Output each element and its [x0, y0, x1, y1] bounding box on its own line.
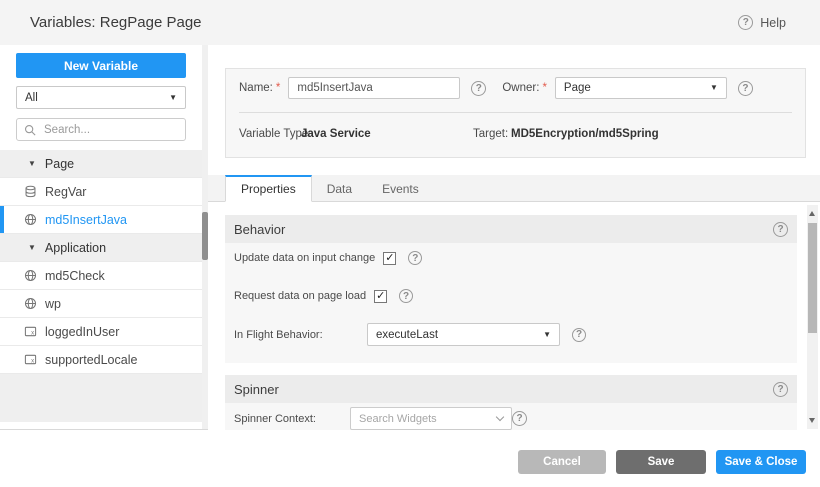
- variable-filter-select[interactable]: All: [16, 86, 186, 109]
- tree-group-page[interactable]: Page: [0, 150, 202, 178]
- dropdown-arrow-icon: [169, 94, 177, 102]
- save-close-button[interactable]: Save & Close: [716, 450, 806, 474]
- owner-value: Page: [564, 82, 591, 94]
- card-divider: [239, 112, 792, 113]
- variable-filter-value: All: [25, 92, 38, 104]
- behavior-section: Behavior Update data on input change Req…: [225, 215, 797, 363]
- owner-help-icon[interactable]: [738, 81, 753, 96]
- tree-item-label: md5Check: [45, 269, 105, 283]
- target-value: MD5Encryption/md5Spring: [511, 128, 659, 140]
- dropdown-arrow-icon: [710, 84, 718, 92]
- request-data-checkbox[interactable]: [374, 290, 387, 303]
- required-mark: *: [542, 82, 546, 94]
- tree-item-label: md5InsertJava: [45, 213, 127, 227]
- search-input[interactable]: [42, 123, 178, 137]
- tree-group-label: Application: [45, 241, 106, 255]
- properties-scroll-area: Behavior Update data on input change Req…: [208, 202, 820, 430]
- dialog-header: Variables: RegPage Page Help: [0, 0, 820, 45]
- variables-sidebar: New Variable All Page RegVar: [0, 45, 208, 430]
- spinner-context-help-icon[interactable]: [512, 411, 527, 426]
- collapse-arrow-icon: [28, 244, 36, 252]
- spinner-context-select[interactable]: Search Widgets: [350, 407, 512, 430]
- cancel-button[interactable]: Cancel: [518, 450, 606, 474]
- tab-events[interactable]: Events: [367, 175, 434, 201]
- tab-bar: Properties Data Events: [208, 175, 820, 202]
- spinner-help-icon[interactable]: [773, 382, 788, 397]
- tree-item-label: wp: [45, 297, 61, 311]
- variable-detail-panel: Name:* Owner:* Page Variable Type: Java …: [208, 45, 820, 430]
- main-scrollbar-thumb[interactable]: [808, 223, 817, 333]
- help-label: Help: [760, 16, 786, 30]
- search-icon: [24, 124, 36, 136]
- svg-text:x: x: [31, 331, 34, 337]
- update-data-checkbox[interactable]: [383, 252, 396, 265]
- request-data-label: Request data on page load: [234, 290, 366, 302]
- tree-item-loggedinuser[interactable]: x loggedInUser: [0, 318, 202, 346]
- scroll-up-arrow-icon[interactable]: [809, 211, 815, 216]
- tree-item-md5insertjava[interactable]: md5InsertJava: [0, 206, 202, 234]
- behavior-help-icon[interactable]: [773, 222, 788, 237]
- service-icon: [24, 297, 37, 310]
- dialog-footer: Cancel Save Save & Close: [0, 430, 820, 487]
- spinner-context-label: Spinner Context:: [234, 413, 350, 425]
- variable-type-value: Java Service: [301, 128, 371, 140]
- tab-properties[interactable]: Properties: [225, 175, 312, 202]
- tree-item-label: loggedInUser: [45, 325, 119, 339]
- tree-item-supportedlocale[interactable]: x supportedLocale: [0, 346, 202, 374]
- in-flight-behavior-select[interactable]: executeLast: [367, 323, 560, 346]
- tab-data[interactable]: Data: [312, 175, 367, 201]
- save-button[interactable]: Save: [616, 450, 706, 474]
- variable-icon: x: [24, 325, 37, 338]
- in-flight-behavior-help-icon[interactable]: [572, 328, 586, 342]
- request-data-help-icon[interactable]: [399, 289, 413, 303]
- variable-tree: Page RegVar md5InsertJava Application: [0, 150, 202, 429]
- variable-summary-card: Name:* Owner:* Page Variable Type: Java …: [225, 68, 806, 158]
- name-label: Name:*: [239, 82, 280, 94]
- tree-item-label: supportedLocale: [45, 353, 137, 367]
- service-icon: [24, 213, 37, 226]
- spinner-context-placeholder: Search Widgets: [359, 413, 437, 425]
- in-flight-behavior-label: In Flight Behavior:: [234, 329, 367, 341]
- tree-group-label: Page: [45, 157, 74, 171]
- main-scrollbar[interactable]: [807, 205, 818, 429]
- name-help-icon[interactable]: [471, 81, 486, 96]
- help-icon: [738, 15, 753, 30]
- variable-search: [16, 118, 186, 141]
- name-input[interactable]: [288, 77, 460, 99]
- spinner-section: Spinner Spinner Context: Search Widgets: [225, 375, 797, 430]
- owner-select[interactable]: Page: [555, 77, 727, 99]
- tree-group-application[interactable]: Application: [0, 234, 202, 262]
- update-data-help-icon[interactable]: [408, 251, 422, 265]
- new-variable-button[interactable]: New Variable: [16, 53, 186, 78]
- svg-text:x: x: [31, 359, 34, 365]
- chevron-down-icon: [496, 413, 504, 421]
- service-icon: [24, 269, 37, 282]
- owner-label: Owner:*: [502, 82, 547, 94]
- scroll-down-arrow-icon[interactable]: [809, 418, 815, 423]
- update-data-label: Update data on input change: [234, 252, 375, 264]
- dropdown-arrow-icon: [543, 331, 551, 339]
- in-flight-behavior-value: executeLast: [376, 329, 438, 341]
- required-mark: *: [276, 82, 280, 94]
- tree-item-regvar[interactable]: RegVar: [0, 178, 202, 206]
- help-button[interactable]: Help: [738, 0, 786, 45]
- spinner-section-title: Spinner: [234, 382, 279, 397]
- tree-item-md5check[interactable]: md5Check: [0, 262, 202, 290]
- collapse-arrow-icon: [28, 160, 36, 168]
- page-title: Variables: RegPage Page: [30, 0, 202, 45]
- target-label: Target:: [473, 128, 508, 140]
- database-icon: [24, 185, 37, 198]
- tree-empty-area: [0, 374, 202, 422]
- behavior-section-title: Behavior: [234, 222, 285, 237]
- tree-item-wp[interactable]: wp: [0, 290, 202, 318]
- variable-icon: x: [24, 353, 37, 366]
- tree-item-label: RegVar: [45, 185, 86, 199]
